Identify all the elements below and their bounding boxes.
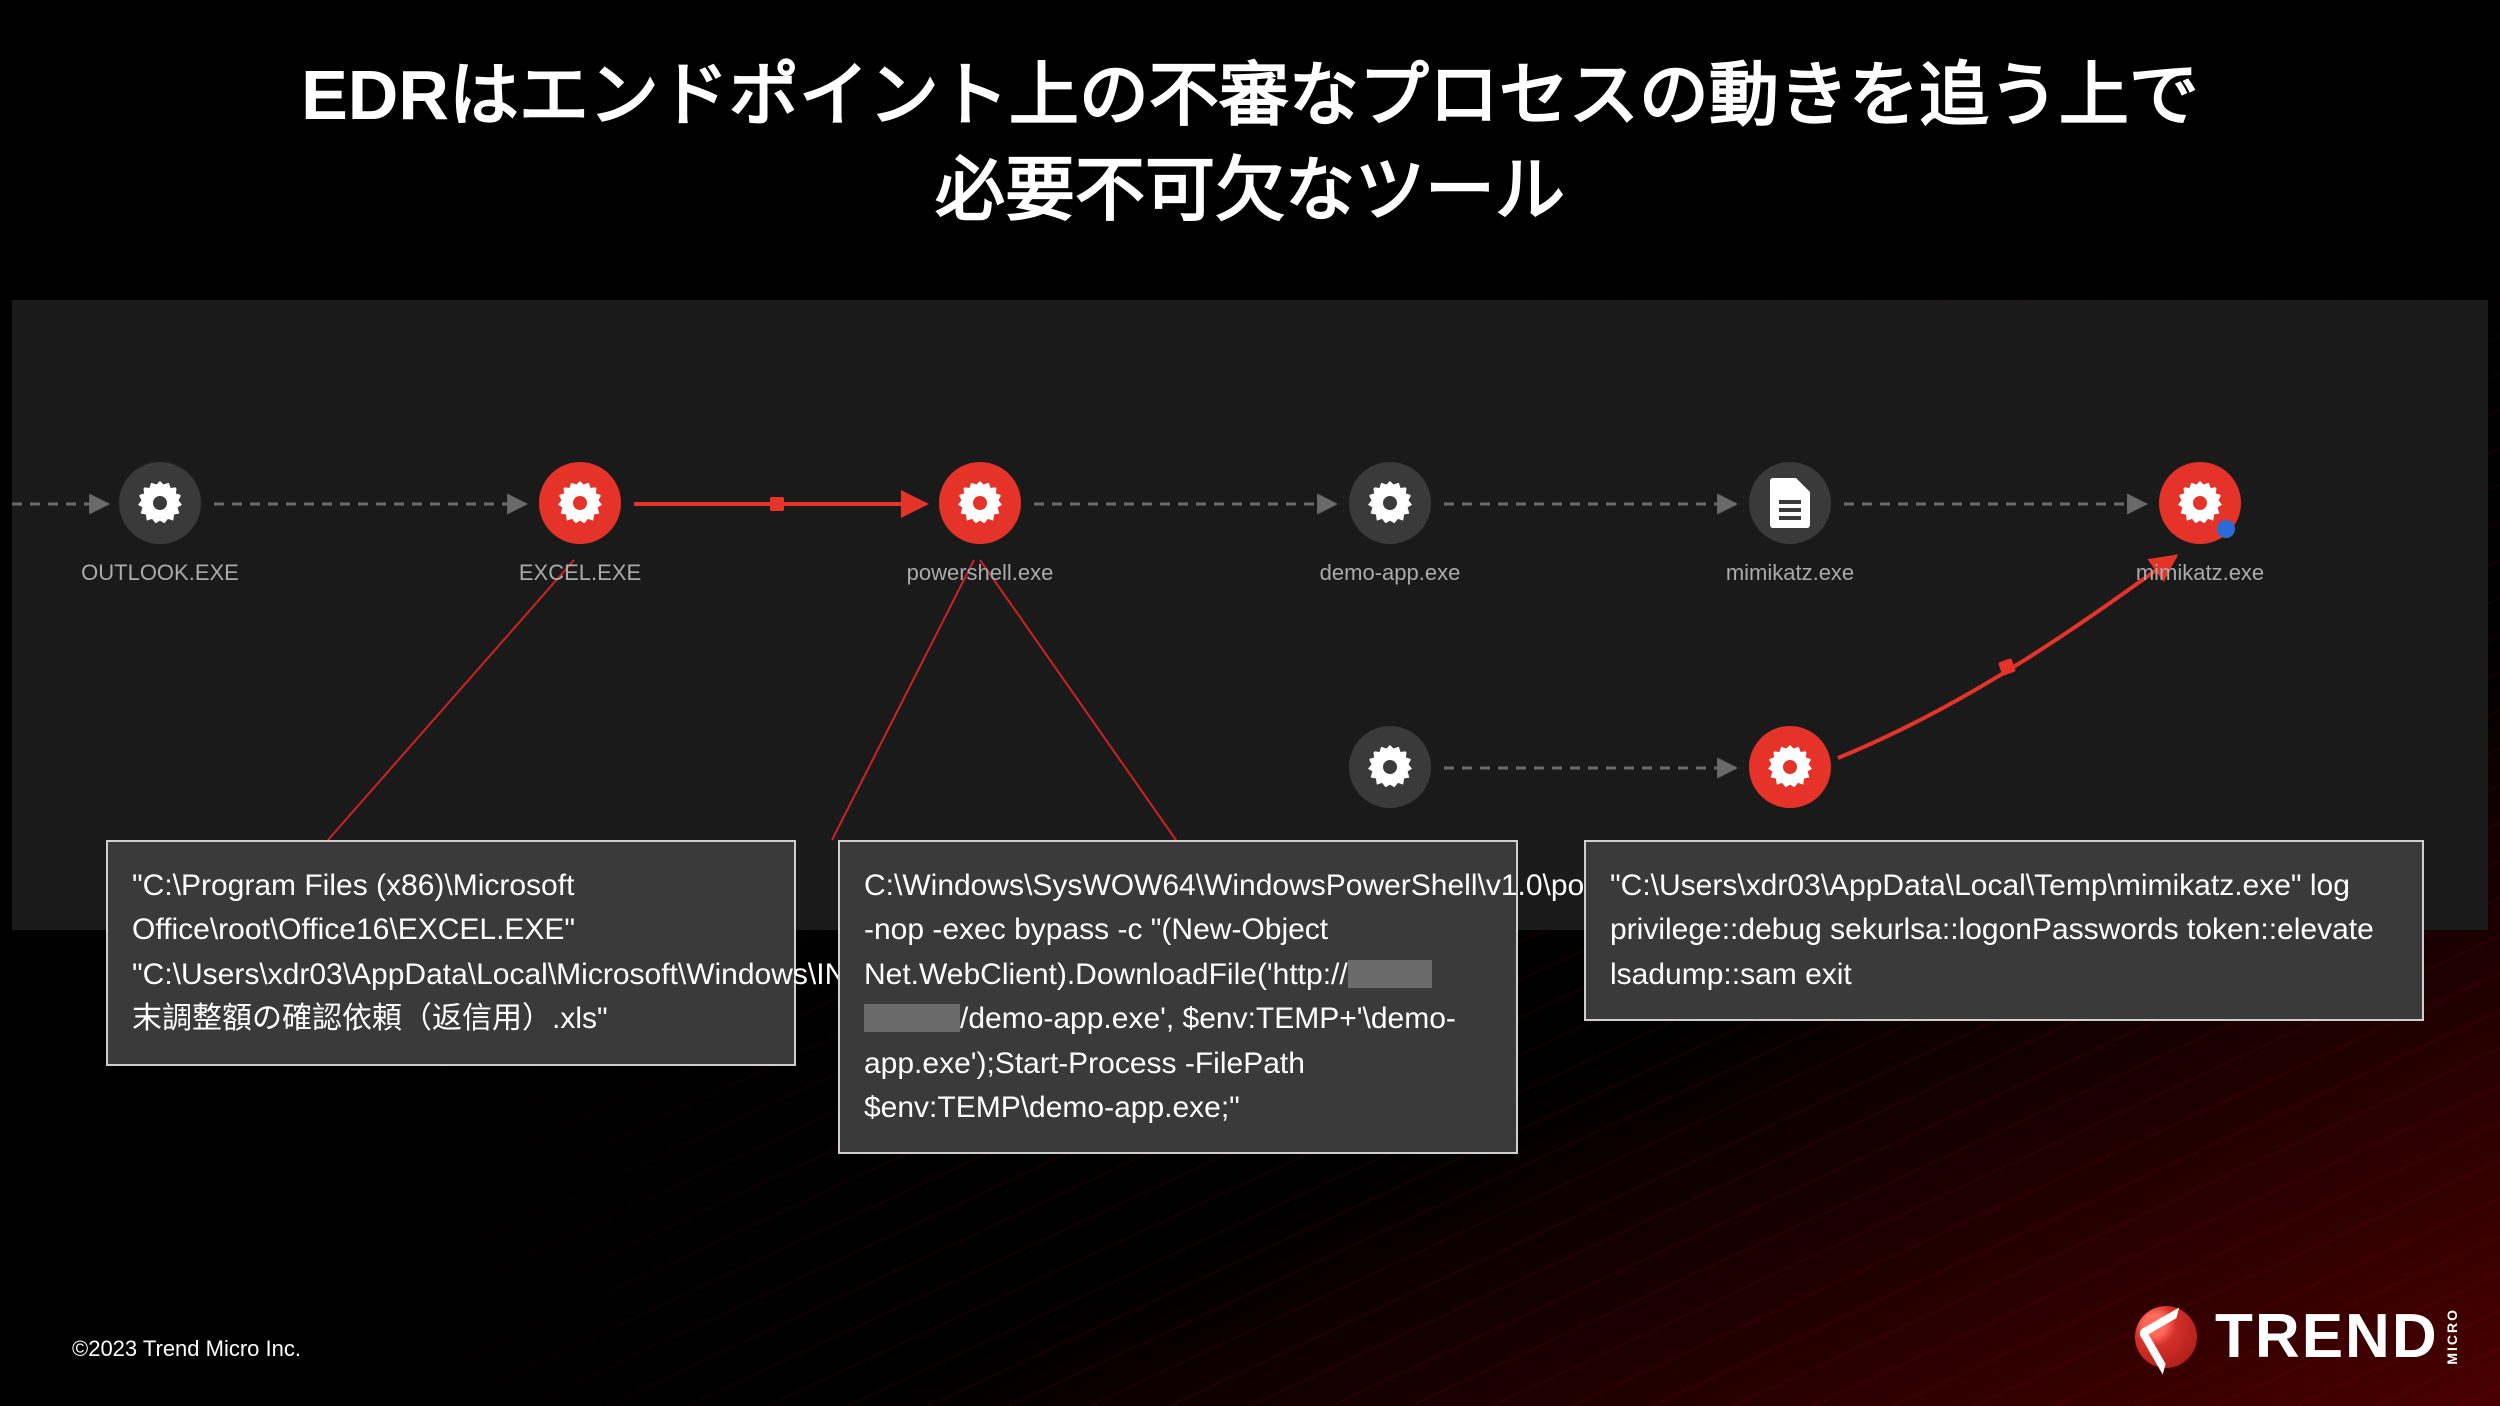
node-label: demo-app.exe	[1320, 560, 1461, 586]
document-icon	[1749, 462, 1831, 544]
gear-icon	[2159, 462, 2241, 544]
callout-powershell-cmd: C:\Windows\SysWOW64\WindowsPowerShell\v1…	[838, 840, 1518, 1154]
process-graph-panel	[12, 300, 2488, 930]
node-label: OUTLOOK.EXE	[81, 560, 239, 586]
node-mimikatz-file: mimikatz.exe	[1710, 462, 1870, 586]
callout-text: "C:\Users\xdr03\AppData\Local\Temp\mimik…	[1610, 869, 2374, 991]
node-label: powershell.exe	[907, 560, 1054, 586]
node-label: mimikatz.exe	[1726, 560, 1854, 586]
node-label: mimikatz.exe	[2136, 560, 2264, 586]
node-powershell: powershell.exe	[900, 462, 1060, 586]
callout-mimikatz-cmd: "C:\Users\xdr03\AppData\Local\Temp\mimik…	[1584, 840, 2424, 1021]
trend-ball-icon	[2135, 1306, 2197, 1368]
redacted-block	[1348, 960, 1432, 988]
redacted-block	[864, 1004, 960, 1032]
callout-excel-cmd: "C:\Program Files (x86)\Microsoft Office…	[106, 840, 796, 1066]
node-child-dark	[1310, 726, 1470, 824]
title-line-2: 必要不可欠なツール	[0, 143, 2500, 238]
gear-icon	[539, 462, 621, 544]
node-label: EXCEL.EXE	[519, 560, 641, 586]
brand-logo: TREND MICRO	[2135, 1301, 2460, 1372]
node-mimikatz-exec: mimikatz.exe	[2120, 462, 2280, 586]
slide-title: EDRはエンドポイント上の不審なプロセスの動きを追う上で 必要不可欠なツール	[0, 48, 2500, 237]
gear-icon	[1349, 726, 1431, 808]
gear-icon	[939, 462, 1021, 544]
node-excel: EXCEL.EXE	[500, 462, 660, 586]
node-child-red	[1710, 726, 1870, 824]
gear-icon	[119, 462, 201, 544]
title-line-1: EDRはエンドポイント上の不審なプロセスの動きを追う上で	[0, 48, 2500, 143]
gear-icon	[1349, 462, 1431, 544]
gear-icon	[1749, 726, 1831, 808]
badge-icon	[2217, 520, 2235, 538]
brand-text: TREND	[2215, 1301, 2439, 1372]
node-demo-app: demo-app.exe	[1310, 462, 1470, 586]
node-outlook: OUTLOOK.EXE	[80, 462, 240, 586]
brand-subtext: MICRO	[2445, 1308, 2460, 1365]
copyright: ©2023 Trend Micro Inc.	[72, 1336, 301, 1362]
